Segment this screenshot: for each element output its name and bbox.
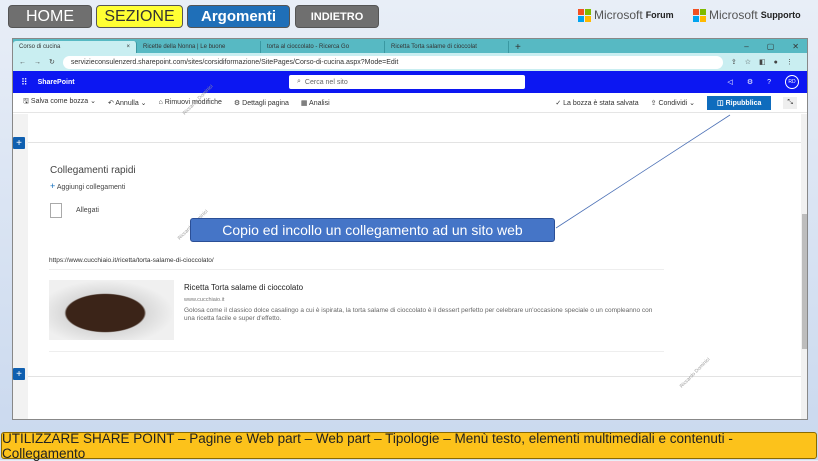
callout-box: Copio ed incollo un collegamento ad un s…	[190, 218, 555, 242]
footer-banner: UTILIZZARE SHARE POINT – Pagine e Web pa…	[1, 431, 817, 461]
